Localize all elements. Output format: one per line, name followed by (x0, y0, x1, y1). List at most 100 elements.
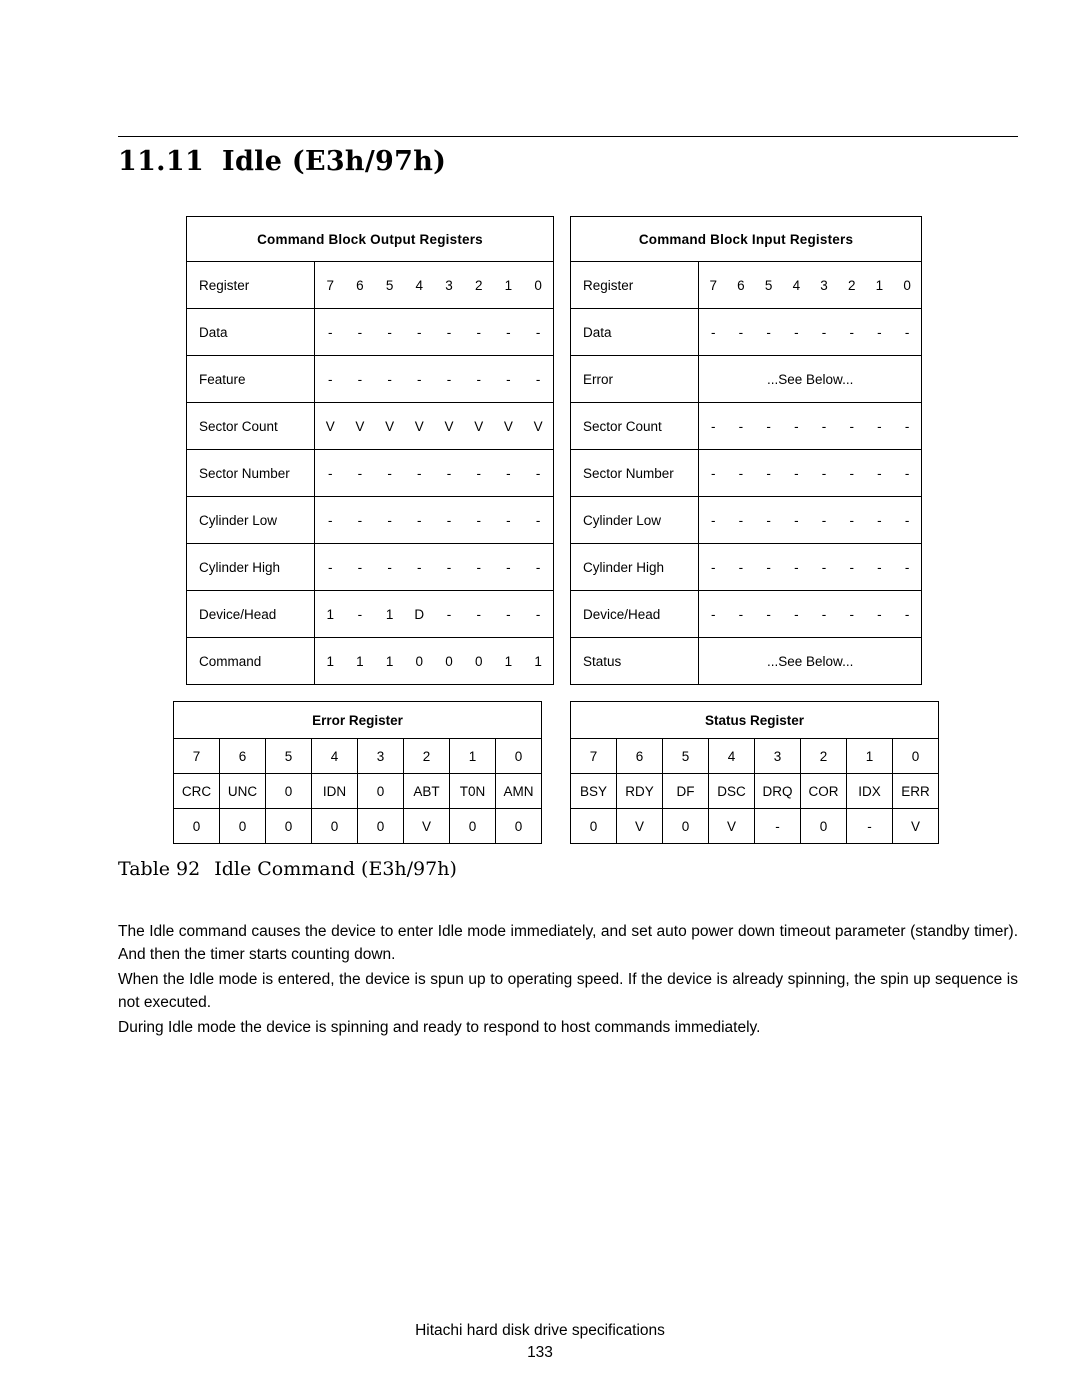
bit-2: - (849, 559, 854, 575)
input-registers-row-value-device-head: -------- (698, 590, 922, 638)
input-registers-row-value-data: -------- (698, 308, 922, 356)
table-row: Sector Number - - - - - - - - (569, 449, 922, 497)
bit-1: - (877, 465, 882, 481)
bit-0: - (535, 606, 541, 622)
bit-3: - (821, 606, 827, 622)
bit-5: 1 (385, 653, 394, 669)
bit-6: - (357, 512, 363, 528)
input-registers-row-label-error: Error (569, 355, 700, 403)
bit-4: - (794, 418, 799, 434)
table-row: Device/Head 1 - 1 D - - - - (185, 590, 554, 638)
bit-4: - (794, 512, 799, 528)
bit-0: 1 (534, 653, 542, 669)
bit-0: 0 (903, 277, 911, 293)
bit-1: - (877, 418, 882, 434)
input-registers-row-label-sector-count: Sector Count (569, 402, 700, 450)
status-register-bitvalue-5: 0 (662, 808, 709, 844)
bit-row-cylinder-low: -------- (699, 497, 921, 543)
bit-2: - (476, 465, 481, 481)
bit-0: 0 (534, 277, 542, 293)
bit-2: - (476, 512, 481, 528)
error-register-bitname-4: IDN (311, 773, 358, 809)
bit-2: 2 (847, 277, 856, 293)
bit-1: - (877, 606, 882, 622)
table-caption-text: Idle Command (E3h/97h) (214, 858, 457, 880)
bit-2: - (476, 606, 481, 622)
bit-4: - (417, 465, 422, 481)
bit-row-feature: -------- (315, 356, 553, 402)
bit-3: - (446, 465, 452, 481)
section-number: 11.11 (118, 146, 205, 177)
status-register-bitnum-4: 4 (708, 738, 755, 774)
bit-7: - (327, 465, 333, 481)
bit-2: - (849, 465, 854, 481)
bit-1: V (503, 418, 513, 434)
error-register-bitnum-5: 5 (265, 738, 312, 774)
bit-7: 7 (709, 277, 717, 293)
error-register-bitvalue-1: 0 (449, 808, 496, 844)
bit-0: - (904, 606, 910, 622)
bit-2: 2 (474, 277, 483, 293)
output-registers-row-value-data: -------- (314, 308, 554, 356)
status-register-bitvalue-2: 0 (800, 808, 847, 844)
status-register-bitname-1: IDX (846, 773, 893, 809)
bit-row-device-head: -------- (699, 591, 921, 637)
bit-0: - (535, 559, 541, 575)
bit-5: - (387, 559, 392, 575)
table-row: Cylinder High - - - - - - - - (185, 543, 554, 591)
status-register-bitvalue-0: V (892, 808, 939, 844)
bit-0: - (904, 324, 910, 340)
bit-row-header: 7 6 5 4 3 2 1 0 (699, 262, 921, 308)
bit-7: - (327, 512, 333, 528)
bit-7: - (327, 371, 333, 387)
bit-5: 5 (764, 277, 773, 293)
bit-0: - (535, 512, 541, 528)
bit-5: 5 (385, 277, 394, 293)
bit-2: - (476, 559, 481, 575)
bit-6: - (738, 606, 744, 622)
footer-text: Hitachi hard disk drive specifications (415, 1322, 665, 1339)
table-row: Data - - - - - - - - (569, 308, 922, 356)
bit-3: - (821, 512, 827, 528)
status-register-bitvalue-6: V (616, 808, 663, 844)
status-register-bitvalue-7: 0 (570, 808, 617, 844)
bit-6: 6 (737, 277, 745, 293)
bit-3: - (446, 324, 452, 340)
bit-6: 6 (356, 277, 364, 293)
bit-6: V (355, 418, 365, 434)
bit-5: - (766, 606, 771, 622)
status-register-bitname-7: BSY (570, 773, 617, 809)
output-registers-row-value-sector-number: -------- (314, 449, 554, 497)
status-register-bitvalue-3: - (754, 808, 801, 844)
bit-1: 1 (504, 277, 513, 293)
bit-0: - (904, 465, 910, 481)
bit-1: - (506, 512, 511, 528)
bit-7: - (327, 324, 333, 340)
bit-7: 1 (326, 606, 334, 622)
bit-5: - (766, 324, 771, 340)
error-register-bit-names-row: CRC UNC 0 IDN 0 ABT T0N AMN (173, 773, 542, 809)
bit-6: - (738, 559, 744, 575)
bit-1: - (506, 371, 511, 387)
status-register-bitname-0: ERR (892, 773, 939, 809)
output-registers-row-value-cylinder-low: -------- (314, 496, 554, 544)
status-register-bitnum-2: 2 (800, 738, 847, 774)
status-register-bitnum-7: 7 (570, 738, 617, 774)
bit-0: - (535, 324, 541, 340)
body-paragraph-1: The Idle command causes the device to en… (118, 923, 1018, 963)
bit-row-data: -------- (699, 309, 921, 355)
page-footer: Hitachi hard disk drive specifications 1… (0, 1322, 1080, 1362)
status-register-bit-values-row: 0V0V-0-V (570, 808, 939, 844)
input-registers-bit-header-label: Register (569, 261, 700, 309)
output-registers-row-label-feature: Feature (185, 355, 316, 403)
output-registers-row-value-device-head: 1 - 1 D - - - - (314, 590, 554, 638)
table-row: Data - - - - - - - - (185, 308, 554, 356)
error-register-bitnum-4: 4 (311, 738, 358, 774)
bit-4: 4 (415, 277, 424, 293)
bit-3: V (444, 418, 454, 434)
error-register-bitnum-6: 6 (219, 738, 266, 774)
table-row: Command 1 1 1 0 0 0 1 1 (185, 637, 554, 685)
bit-2: - (849, 418, 854, 434)
bit-4: - (794, 606, 799, 622)
bit-1: - (877, 324, 882, 340)
